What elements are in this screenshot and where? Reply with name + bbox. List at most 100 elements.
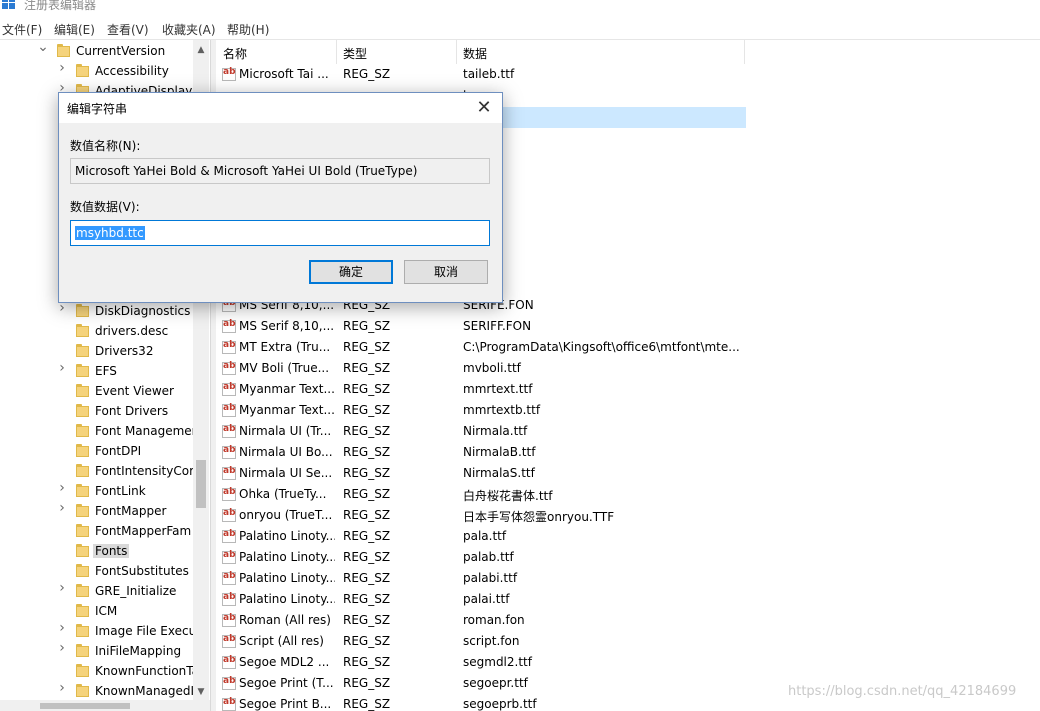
list-row[interactable]: ab Segoe Print (T... REG_SZ segoepr.ttf — [216, 674, 746, 695]
scroll-up-icon[interactable]: ▲ — [193, 42, 209, 58]
tree-item[interactable]: › GRE_Initialize — [0, 581, 193, 602]
column-header-type[interactable]: 类型 — [336, 40, 457, 64]
tree-item-label: FontMapperFam — [95, 524, 192, 538]
tree-item-currentversion[interactable]: ⌄ CurrentVersion — [0, 40, 193, 62]
tree-item[interactable]: Font Drivers — [0, 402, 193, 422]
chevron-right-icon[interactable]: › — [56, 361, 68, 375]
tree-item[interactable]: FontSubstitutes — [0, 562, 193, 582]
tree-horizontal-scrollbar[interactable] — [0, 700, 210, 711]
row-data: n.fon — [463, 193, 739, 207]
tree-item[interactable]: FontDPI — [0, 442, 193, 462]
chevron-right-icon[interactable]: › — [56, 641, 68, 655]
list-row[interactable]: ab Palatino Linoty... REG_SZ pala.ttf — [216, 527, 746, 548]
list-row[interactable]: ab Ohka (TrueTy... REG_SZ 白舟桜花書体.ttf — [216, 485, 746, 506]
chevron-right-icon[interactable]: › — [56, 501, 68, 515]
chevron-right-icon[interactable]: › — [56, 61, 68, 75]
menu-edit[interactable]: 编辑(E) — [54, 21, 95, 38]
tree-item[interactable]: Event Viewer — [0, 382, 193, 402]
tree-item[interactable]: › EFS — [0, 361, 193, 382]
row-data: 白舟桜花書体.ttf — [463, 489, 553, 503]
row-name: Segoe Print (T... — [239, 676, 334, 690]
tree-item[interactable]: › Image File Execu — [0, 621, 196, 642]
list-row[interactable]: ab Segoe MDL2 ... REG_SZ segmdl2.ttf — [216, 653, 746, 674]
row-name: onryou (TrueT... — [239, 508, 333, 522]
ok-button[interactable]: 确定 — [309, 260, 393, 284]
chevron-right-icon[interactable]: › — [56, 581, 68, 595]
value-name-field[interactable]: Microsoft YaHei Bold & Microsoft YaHei U… — [70, 158, 490, 184]
list-row[interactable]: ab Palatino Linoty... REG_SZ palabi.ttf — [216, 569, 746, 590]
column-header-name[interactable]: 名称 — [216, 40, 337, 64]
list-row[interactable]: ab MS Serif 8,10,... REG_SZ SERIFF.FON — [216, 317, 746, 338]
list-row[interactable]: ab Script (All res) REG_SZ script.fon — [216, 632, 746, 653]
row-data: NirmalaS.ttf — [463, 466, 535, 480]
folder-icon — [76, 384, 89, 397]
string-value-icon: ab — [222, 445, 236, 459]
tree-item-label: FontMapper — [95, 504, 167, 518]
tree-item-label: FontLink — [95, 484, 146, 498]
row-name: Palatino Linoty... — [239, 529, 335, 543]
folder-icon — [76, 484, 89, 497]
tree-scroll-thumb[interactable] — [196, 460, 206, 508]
list-row[interactable]: ab Nirmala UI Se... REG_SZ NirmalaS.ttf — [216, 464, 746, 485]
tree-item[interactable]: FontIntensityCorr — [0, 462, 199, 482]
list-row[interactable]: ab onryou (TrueT... REG_SZ 日本手写体怨霊onryou.TT… — [216, 506, 746, 527]
menu-file[interactable]: 文件(F) — [2, 21, 42, 38]
value-data-input[interactable]: msyhbd.ttc — [70, 220, 490, 246]
tree-item[interactable]: ICM — [0, 602, 193, 622]
tree-item-label: FontDPI — [95, 444, 142, 458]
tree-item-label: Font Drivers — [95, 404, 169, 418]
list-row[interactable]: ab MT Extra (Tru... REG_SZ C:\ProgramData\K… — [216, 338, 746, 359]
tree-item[interactable]: drivers.desc — [0, 322, 193, 342]
value-name-label: 数值名称(N): — [70, 139, 141, 153]
tree-hscroll-thumb[interactable] — [40, 703, 130, 709]
tree-item[interactable]: Drivers32 — [0, 342, 193, 362]
chevron-right-icon[interactable]: › — [56, 621, 68, 635]
scroll-down-icon[interactable]: ▼ — [193, 684, 209, 700]
tree-item-label: GRE_Initialize — [95, 584, 177, 598]
tree-item[interactable]: › FontLink — [0, 481, 193, 502]
chevron-right-icon[interactable]: › — [56, 301, 68, 315]
list-row[interactable]: ab Microsoft Tai ... REG_SZ taileb.ttf — [216, 65, 746, 86]
list-row[interactable]: ab Myanmar Text... REG_SZ mmrtextb.ttf — [216, 401, 746, 422]
tree-item-label: Accessibility — [95, 64, 169, 78]
tree-item-label: FontSubstitutes — [95, 564, 189, 578]
list-row[interactable]: ab MV Boli (True... REG_SZ mvboli.ttf — [216, 359, 746, 380]
window-titlebar: 注册表编辑器 — [0, 0, 1040, 16]
row-data: C:\ProgramData\Kingsoft\office6\mtfont\m… — [463, 340, 739, 354]
tree-item[interactable]: › Accessibility — [0, 61, 193, 82]
list-row[interactable]: ab Nirmala UI (Tr... REG_SZ Nirmala.ttf — [216, 422, 746, 443]
column-header-data[interactable]: 数据 — [456, 40, 745, 64]
cancel-button[interactable]: 取消 — [404, 260, 488, 284]
menu-view[interactable]: 查看(V) — [107, 21, 149, 38]
tree-item[interactable]: Font Managemer — [0, 422, 197, 442]
folder-icon — [76, 564, 89, 577]
tree-item[interactable]: FontMapperFam — [0, 522, 193, 542]
list-row[interactable]: ab Roman (All res) REG_SZ roman.fon — [216, 611, 746, 632]
chevron-right-icon[interactable]: › — [56, 481, 68, 495]
list-row[interactable]: ab Segoe Print B... REG_SZ segoeprb.ttf — [216, 695, 746, 711]
chevron-down-icon[interactable]: ⌄ — [37, 40, 49, 54]
menu-favorites[interactable]: 收藏夹(A) — [162, 21, 216, 38]
menu-help[interactable]: 帮助(H) — [227, 21, 269, 38]
chevron-right-icon[interactable]: › — [56, 681, 68, 695]
string-value-icon: ab — [222, 655, 236, 669]
row-data: tc — [463, 88, 739, 102]
folder-icon — [76, 644, 89, 657]
tree-item[interactable]: KnownFunctionTa — [0, 662, 199, 682]
tree-item[interactable]: Fonts — [0, 542, 193, 562]
string-value-icon: ab — [222, 634, 236, 648]
tree-item[interactable]: › FontMapper — [0, 501, 193, 522]
row-type: REG_SZ — [343, 613, 391, 627]
list-row[interactable]: ab Palatino Linoty... REG_SZ palai.ttf — [216, 590, 746, 611]
tree-item[interactable]: › DiskDiagnostics — [0, 301, 193, 322]
string-value-icon: ab — [222, 382, 236, 396]
list-row[interactable]: ab Palatino Linoty... REG_SZ palab.ttf — [216, 548, 746, 569]
list-row[interactable]: ab Nirmala UI Bo... REG_SZ NirmalaB.ttf — [216, 443, 746, 464]
row-type: REG_SZ — [343, 571, 391, 585]
tree-item[interactable]: › KnownManagedI — [0, 681, 194, 702]
row-type: REG_SZ — [343, 466, 391, 480]
close-icon[interactable]: ✕ — [471, 95, 497, 121]
list-row[interactable]: ab Myanmar Text... REG_SZ mmrtext.ttf — [216, 380, 746, 401]
tree-item[interactable]: › IniFileMapping — [0, 641, 193, 662]
folder-icon — [76, 344, 89, 357]
